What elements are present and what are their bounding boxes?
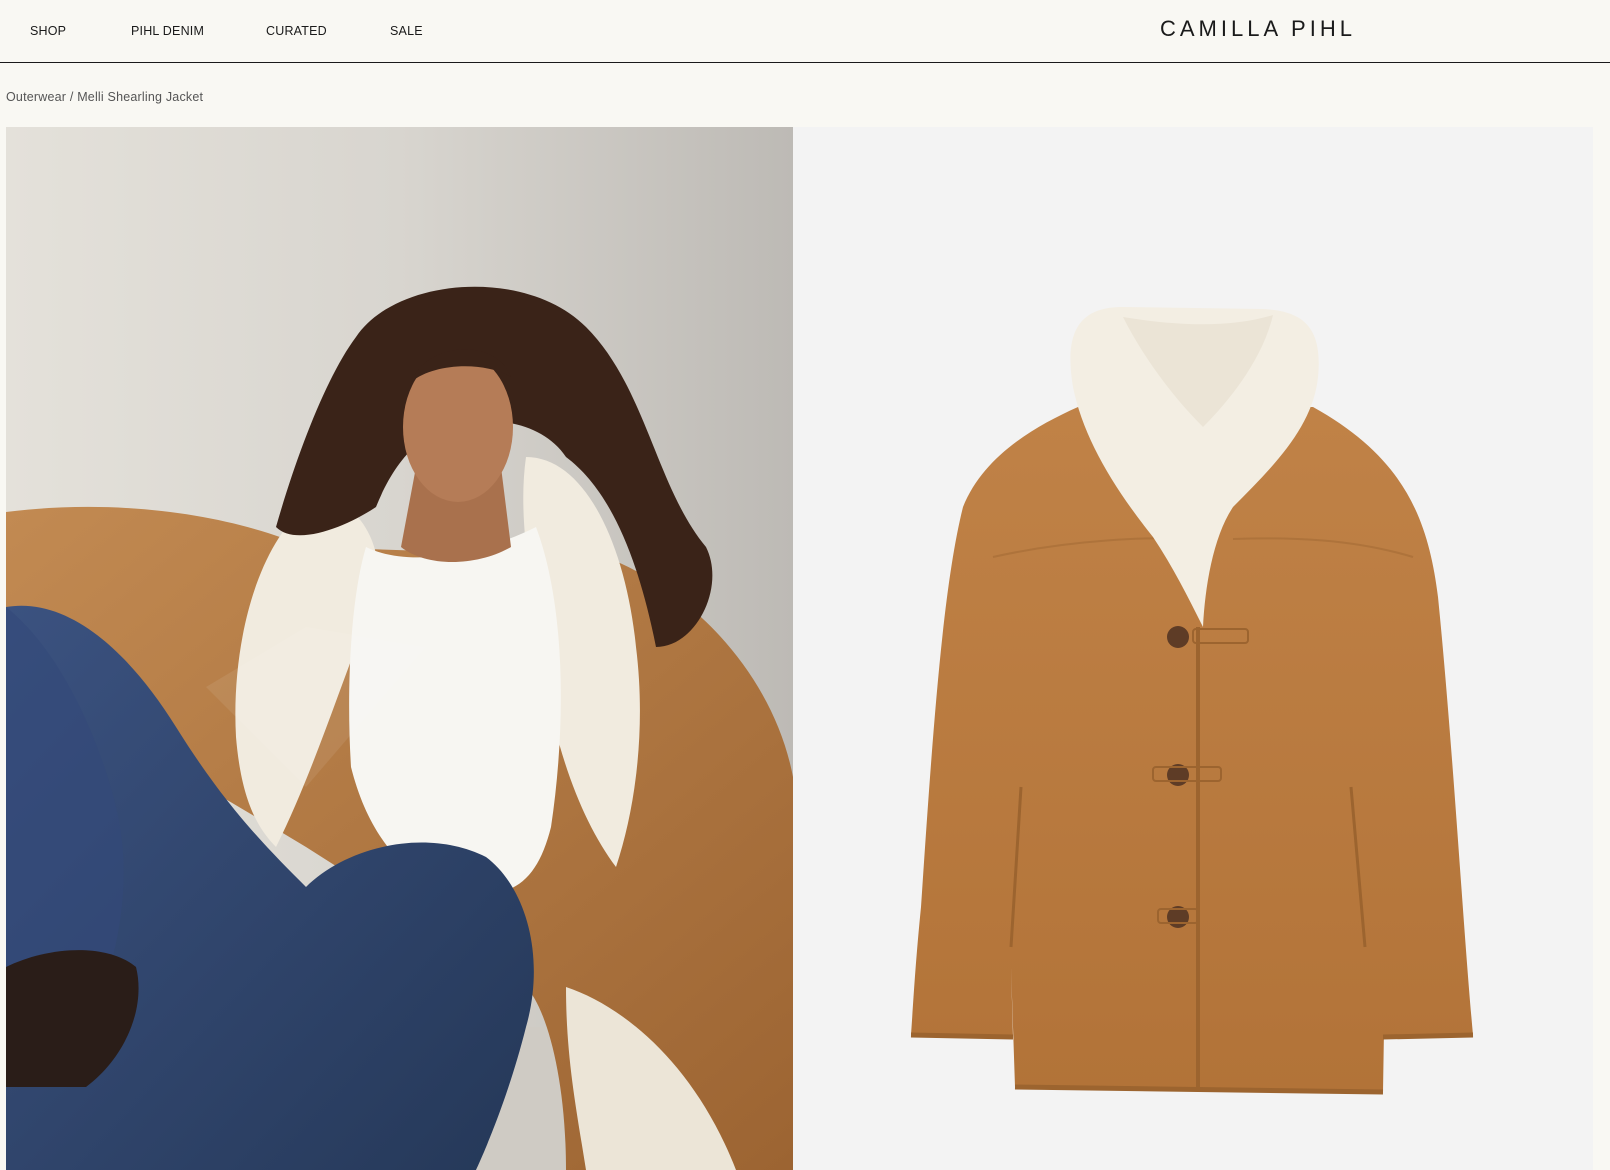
breadcrumb-separator: / (66, 90, 78, 104)
breadcrumb: Outerwear / Melli Shearling Jacket (6, 90, 203, 104)
model-wearing-jacket-image (6, 127, 793, 1170)
nav-item-shop[interactable]: SHOP (30, 24, 66, 38)
nav-item-sale[interactable]: SALE (390, 24, 423, 38)
jacket-product-image (793, 127, 1593, 1170)
site-header: SHOP PIHL DENIM CURATED SALE CAMILLA PIH… (0, 0, 1610, 63)
breadcrumb-category[interactable]: Outerwear (6, 90, 66, 104)
brand-logo[interactable]: CAMILLA PIHL (1160, 16, 1356, 42)
product-photo[interactable] (793, 127, 1593, 1170)
nav-item-pihl-denim[interactable]: PIHL DENIM (131, 24, 204, 38)
breadcrumb-product: Melli Shearling Jacket (77, 90, 204, 104)
nav-item-curated[interactable]: CURATED (266, 24, 327, 38)
model-photo[interactable] (6, 127, 793, 1170)
